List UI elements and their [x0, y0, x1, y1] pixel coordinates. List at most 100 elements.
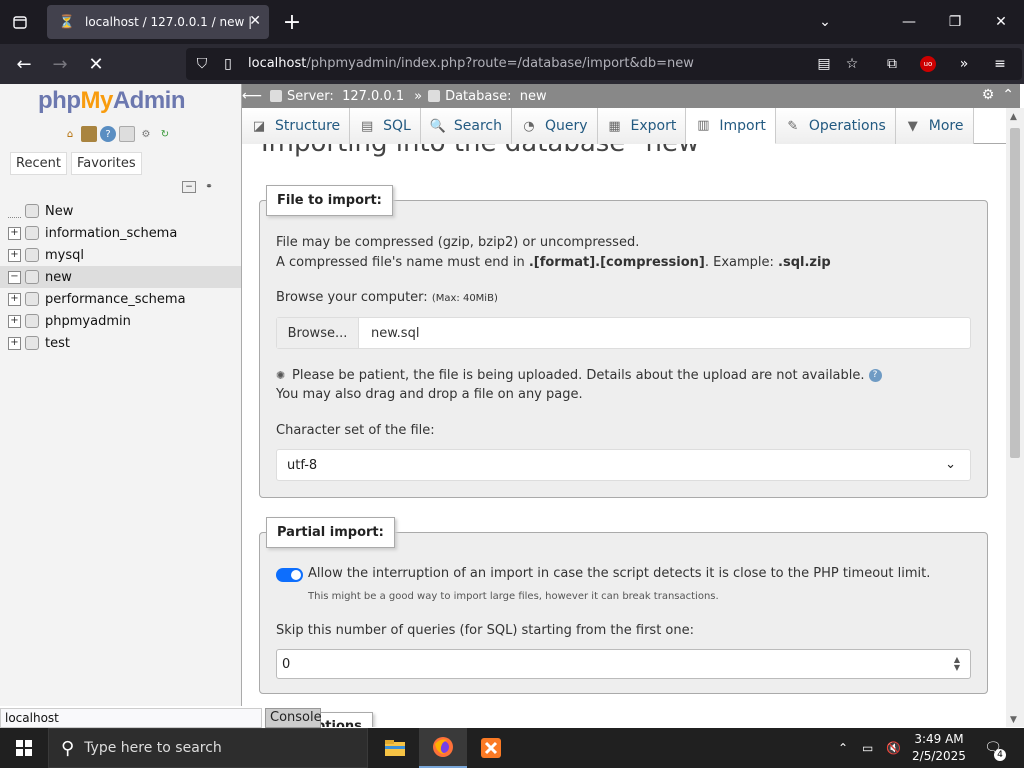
- expand-icon[interactable]: +: [8, 248, 21, 262]
- url-text[interactable]: localhost/phpmyadmin/index.php?route=/da…: [248, 56, 694, 71]
- new-tab-icon[interactable]: +: [278, 8, 306, 36]
- stop-loading-icon[interactable]: ✕: [82, 50, 110, 78]
- url-bar[interactable]: ⛉ ▯ localhost/phpmyadmin/index.php?route…: [186, 48, 1022, 80]
- collapse-top-icon[interactable]: ⌃: [1002, 87, 1014, 103]
- close-window-icon[interactable]: ✕: [978, 0, 1024, 44]
- allow-interrupt-label[interactable]: Allow the interruption of an import in c…: [308, 566, 930, 581]
- page-title: Importing into the database "new": [261, 144, 711, 158]
- taskbar-clock[interactable]: 3:49 AM 2/5/2025: [906, 731, 972, 765]
- tree-item-label[interactable]: performance_schema: [45, 292, 186, 307]
- tree-item-new[interactable]: New: [0, 200, 241, 222]
- tree-item-label[interactable]: information_schema: [45, 226, 177, 241]
- shield-icon[interactable]: ⛉: [192, 54, 212, 74]
- query-icon: ◔: [523, 118, 535, 134]
- tree-item-label[interactable]: new: [45, 270, 72, 285]
- charset-select[interactable]: utf-8 ⌄: [276, 449, 971, 481]
- close-tab-icon[interactable]: ✕: [249, 13, 261, 29]
- maximize-icon[interactable]: ❐: [932, 0, 978, 44]
- network-icon[interactable]: ▭: [862, 728, 873, 768]
- more-tools-icon[interactable]: »: [954, 54, 974, 74]
- content-scrollbar[interactable]: ▲ ▼: [1006, 108, 1024, 727]
- tree-item-label[interactable]: test: [45, 336, 70, 351]
- tab-structure[interactable]: ◪ Structure: [242, 108, 351, 144]
- ublock-icon[interactable]: uo: [918, 54, 938, 74]
- collapse-all-icon[interactable]: −: [182, 181, 196, 193]
- skip-queries-input[interactable]: 0 ▲ ▼: [276, 649, 971, 679]
- file-input[interactable]: Browse... new.sql: [276, 317, 971, 349]
- volume-muted-icon[interactable]: 🔇: [886, 728, 901, 768]
- tab-sql[interactable]: ▤ SQL: [350, 108, 421, 144]
- tree-item-performance-schema[interactable]: + performance_schema: [0, 288, 241, 310]
- phpmyadmin-logo[interactable]: phpMyAdmin: [38, 87, 186, 115]
- xampp-icon[interactable]: [467, 728, 515, 768]
- menu-hamburger-icon[interactable]: ≡: [990, 54, 1010, 74]
- scroll-up-icon[interactable]: ▲: [1010, 112, 1017, 122]
- logout-icon[interactable]: [81, 126, 97, 142]
- number-spinner[interactable]: ▲ ▼: [950, 656, 964, 672]
- tab-label: Import: [719, 117, 766, 134]
- expand-icon[interactable]: +: [8, 336, 21, 350]
- settings-gear-icon[interactable]: ⚙: [982, 87, 995, 103]
- bookmark-star-icon[interactable]: ☆: [842, 54, 862, 74]
- settings-icon[interactable]: ⚙: [138, 126, 154, 142]
- tree-item-label[interactable]: mysql: [45, 248, 84, 263]
- favorites-tab[interactable]: Favorites: [70, 152, 142, 175]
- database-icon: [25, 248, 39, 262]
- tab-import[interactable]: ▥ Import: [686, 108, 776, 144]
- expand-icon[interactable]: +: [8, 226, 21, 240]
- browse-button[interactable]: Browse...: [277, 318, 359, 348]
- file-explorer-icon[interactable]: [371, 728, 419, 768]
- firefox-icon[interactable]: [419, 728, 467, 768]
- tree-item-phpmyadmin[interactable]: + phpmyadmin: [0, 310, 241, 332]
- back-icon[interactable]: ←: [10, 50, 38, 78]
- link-icon[interactable]: ⚭: [202, 181, 216, 193]
- database-crumb[interactable]: Database: new: [445, 89, 547, 104]
- scroll-down-icon[interactable]: ▼: [1010, 715, 1017, 725]
- tab-more[interactable]: ▼ More: [895, 108, 974, 144]
- tab-search[interactable]: 🔍 Search: [420, 108, 512, 144]
- tree-item-mysql[interactable]: + mysql: [0, 244, 241, 266]
- extensions-icon[interactable]: ⧉: [882, 54, 902, 74]
- tab-list-icon[interactable]: [6, 8, 34, 36]
- tree-item-label[interactable]: New: [45, 204, 73, 219]
- tree-item-test[interactable]: + test: [0, 332, 241, 354]
- docs-icon[interactable]: [119, 126, 135, 142]
- tree-item-new[interactable]: − new: [0, 266, 241, 288]
- forward-icon[interactable]: →: [46, 50, 74, 78]
- tree-item-information-schema[interactable]: + information_schema: [0, 222, 241, 244]
- console-tab[interactable]: Console: [265, 708, 322, 728]
- chevron-down-icon: ⌄: [945, 457, 956, 472]
- taskbar-search[interactable]: ⚲ Type here to search: [48, 728, 368, 768]
- home-icon[interactable]: ⌂: [62, 126, 78, 142]
- tree-controls: − ⚭: [182, 181, 216, 193]
- recent-tab[interactable]: Recent: [10, 152, 67, 175]
- reader-view-icon[interactable]: ▤: [814, 54, 834, 74]
- collapse-panel-icon[interactable]: ⟵: [242, 88, 262, 104]
- start-button[interactable]: [0, 728, 48, 768]
- loading-spinner-icon: ✺: [276, 369, 286, 382]
- scroll-thumb[interactable]: [1010, 128, 1020, 458]
- tab-operations[interactable]: ✎ Operations: [775, 108, 896, 144]
- file-to-import-fieldset: File to import: File may be compressed (…: [259, 185, 988, 498]
- breadcrumb: ⟵ Server: 127.0.0.1 » Database: new ⚙ ⌃: [242, 84, 1020, 108]
- browser-tab[interactable]: ⏳ localhost / 127.0.0.1 / new | php ✕: [47, 5, 269, 39]
- expand-icon[interactable]: +: [8, 314, 21, 328]
- tab-export[interactable]: ▦ Export: [597, 108, 687, 144]
- notifications-icon[interactable]: 🗨 4: [982, 738, 1006, 761]
- show-hidden-icons[interactable]: ⌃: [838, 728, 848, 768]
- help-icon[interactable]: ?: [100, 126, 116, 142]
- tab-query[interactable]: ◔ Query: [511, 108, 598, 144]
- tab-title: localhost / 127.0.0.1 / new | php: [85, 15, 251, 29]
- allow-interrupt-toggle[interactable]: [276, 568, 303, 582]
- page-icon[interactable]: ▯: [218, 54, 238, 74]
- tree-item-label[interactable]: phpmyadmin: [45, 314, 131, 329]
- help-icon[interactable]: ?: [868, 369, 882, 382]
- minimize-icon[interactable]: —: [886, 0, 932, 44]
- list-all-tabs-icon[interactable]: ⌄: [802, 0, 848, 44]
- server-crumb[interactable]: Server: 127.0.0.1: [287, 89, 404, 104]
- browse-label: Browse your computer: (Max: 40MiB): [276, 290, 498, 305]
- clock-date: 2/5/2025: [912, 749, 966, 763]
- reload-icon[interactable]: ↻: [157, 126, 173, 142]
- expand-icon[interactable]: +: [8, 292, 21, 306]
- collapse-icon[interactable]: −: [8, 270, 21, 284]
